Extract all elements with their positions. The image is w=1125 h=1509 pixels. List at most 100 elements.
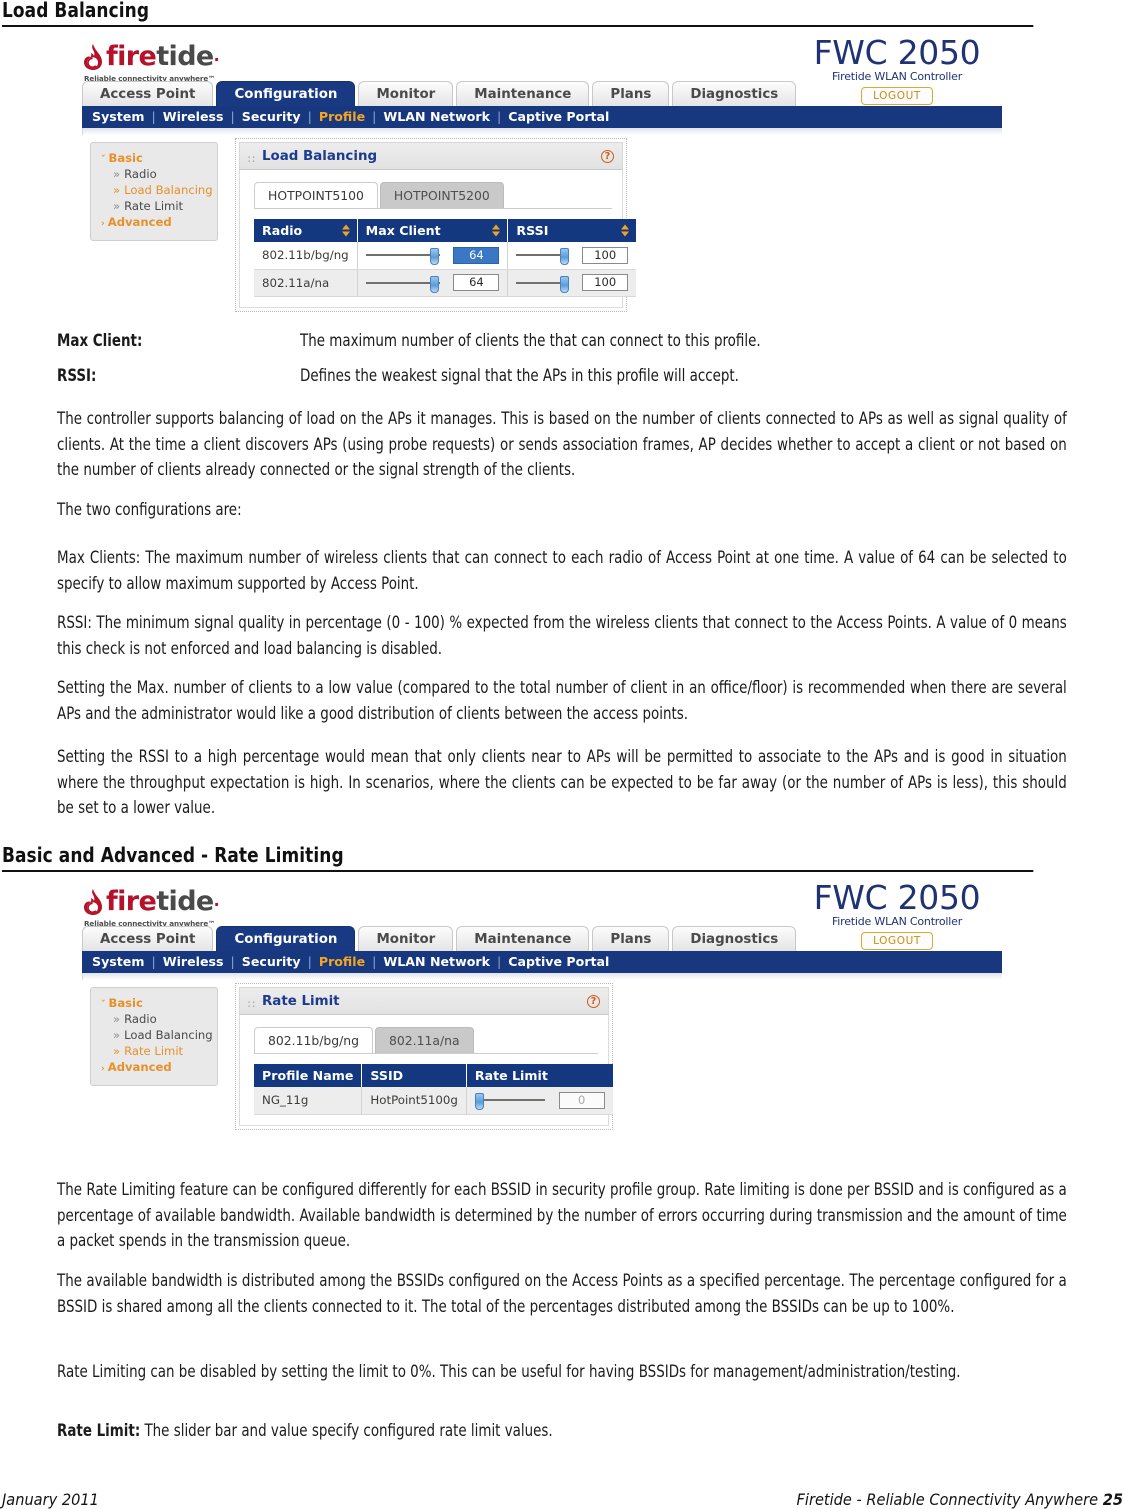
help-icon[interactable]: ? [587,995,600,1008]
column-header-rate-limit-label: Rate Limit [474,1068,548,1083]
rssi-slider[interactable] [516,275,572,293]
subnav-captive-portal[interactable]: Captive Portal [508,954,609,969]
definition-row-max-client: Max Client: The maximum number of client… [57,328,1067,354]
inner-tab-80211bgng[interactable]: 802.11b/bg/ng [254,1027,374,1053]
rate-limit-value[interactable]: 0 [558,1091,605,1109]
tree-item-load-balancing[interactable]: » Load Balancing [91,1027,217,1043]
tree-item-advanced[interactable]: › Advanced [91,1059,217,1075]
tab-configuration[interactable]: Configuration [216,81,356,107]
max-client-slider[interactable] [365,275,444,293]
chevron-right-icon: » [113,199,121,213]
sidebar-tree: ˇ Basic » Radio » Load Balancing » Rate Limi… [90,987,218,1086]
tree-item-rate-limit[interactable]: » Rate Limit [91,198,217,214]
subnav-system[interactable]: System [92,109,144,124]
tab-plans[interactable]: Plans [592,81,670,107]
inner-tab-hotpoint5200[interactable]: HOTPOINT5200 [379,182,504,208]
subnav-wlan-network[interactable]: WLAN Network [383,954,490,969]
rssi-value[interactable]: 100 [582,246,629,264]
tree-item-advanced[interactable]: › Advanced [91,214,217,230]
subnav-captive-portal[interactable]: Captive Portal [508,109,609,124]
max-client-value[interactable]: 64 [453,274,500,291]
tree-item-rate-limit[interactable]: » Rate Limit [91,1043,217,1059]
help-icon[interactable]: ? [601,150,614,163]
logout-button[interactable]: LOGOUT [861,932,933,950]
max-client-value[interactable]: 64 [453,246,500,264]
tree-item-load-balancing[interactable]: » Load Balancing [91,182,217,198]
subnav-system[interactable]: System [92,954,144,969]
rate-limit-term: Rate Limit: [57,1421,141,1440]
drag-handle-icon[interactable]: ∷ [248,153,255,166]
panel-title: Load Balancing [262,149,378,164]
sort-arrows-icon[interactable] [492,224,501,237]
cell-ssid: HotPoint5100g [361,1087,467,1115]
flame-icon [84,44,102,70]
subnav-separator: | [372,954,377,969]
rssi-slider[interactable] [516,247,572,266]
column-header-max-client-label: Max Client [365,223,441,238]
definition-description: The maximum number of clients the that c… [300,331,761,350]
subnav-profile[interactable]: Profile [319,954,365,969]
tree-item-basic[interactable]: ˇ Basic [91,150,217,166]
brand-fire: fire [106,41,157,72]
rate-limit-slider[interactable] [474,1092,549,1111]
max-client-slider[interactable] [365,247,444,266]
product-identity: FWC 2050 Firetide WLAN Controller LOGOUT [792,881,1002,950]
column-header-rssi[interactable]: RSSI [507,219,637,242]
logout-button[interactable]: LOGOUT [861,87,933,105]
tree-item-basic[interactable]: ˇ Basic [91,995,217,1011]
subnav-profile[interactable]: Profile [319,109,365,124]
section-heading-rate-limiting-wrap: Basic and Advanced - Rate Limiting [2,844,1123,872]
rate-limit-table: Profile Name SSID Rate Limit NG_11g HotP… [254,1064,613,1115]
tab-monitor[interactable]: Monitor [358,926,454,952]
section-heading-rate-limiting: Basic and Advanced - Rate Limiting [2,844,1034,872]
rssi-value[interactable]: 100 [582,274,629,291]
nav-shadow [82,128,1002,135]
subnav-separator: | [230,954,235,969]
tab-access-point[interactable]: Access Point [82,81,214,107]
drag-handle-icon[interactable]: ∷ [248,998,255,1011]
inner-tab-80211ana[interactable]: 802.11a/na [375,1027,474,1053]
section-heading-load-balancing-wrap: Load Balancing [2,0,1123,27]
subnav-security[interactable]: Security [242,109,301,124]
subnav-wireless[interactable]: Wireless [163,109,224,124]
sort-arrows-icon[interactable] [621,224,630,237]
column-header-radio[interactable]: Radio [254,219,358,242]
table-row: 802.11a/na 64 100 [254,269,637,297]
subnav-separator: | [496,954,502,969]
subnav-wireless[interactable]: Wireless [163,954,224,969]
tree-item-radio[interactable]: » Radio [91,1011,217,1027]
subnav-separator: | [307,954,312,969]
tab-access-point[interactable]: Access Point [82,926,214,952]
tab-configuration[interactable]: Configuration [216,926,356,952]
column-header-profile-name[interactable]: Profile Name [254,1064,363,1087]
tree-item-advanced-label: Advanced [107,1060,172,1074]
subnav-security[interactable]: Security [242,954,301,969]
paragraph-controller-balancing: The controller supports balancing of loa… [57,409,1067,480]
inner-tab-hotpoint5100[interactable]: HOTPOINT5100 [254,182,378,208]
tab-monitor[interactable]: Monitor [358,81,454,107]
tab-plans[interactable]: Plans [592,926,670,952]
footer-company: Firetide - Reliable Connectivity Anywher… [796,1490,1099,1509]
cell-rssi: 100 [507,269,637,297]
brand-mark: · [213,895,220,914]
paragraph-available-bandwidth: The available bandwidth is distributed a… [57,1271,1067,1316]
column-header-rate-limit[interactable]: Rate Limit [466,1064,613,1087]
subnav-wlan-network[interactable]: WLAN Network [383,109,490,124]
tab-diagnostics[interactable]: Diagnostics [672,926,797,952]
definition-term: Max Client: [57,331,143,350]
column-header-max-client[interactable]: Max Client [357,219,509,242]
tab-maintenance[interactable]: Maintenance [456,926,590,952]
product-model: FWC 2050 [813,33,981,72]
tree-item-radio[interactable]: » Radio [91,166,217,182]
sort-arrows-icon[interactable] [341,224,350,237]
tab-maintenance[interactable]: Maintenance [456,81,590,107]
rate-limit-description: The slider bar and value specify configu… [140,1421,553,1440]
app-screenshot-load-balancing: firetide· Reliable connectivity anywhere… [30,33,1030,312]
paragraph-two-configurations: The two configurations are: [57,500,242,519]
column-header-ssid[interactable]: SSID [361,1064,467,1087]
caret-down-icon: ˇ [101,1000,106,1010]
cell-max-client: 64 [357,242,509,270]
inner-tab-strip: HOTPOINT5100 HOTPOINT5200 [254,182,612,209]
tab-diagnostics[interactable]: Diagnostics [672,81,797,107]
caret-right-icon: › [101,219,105,229]
